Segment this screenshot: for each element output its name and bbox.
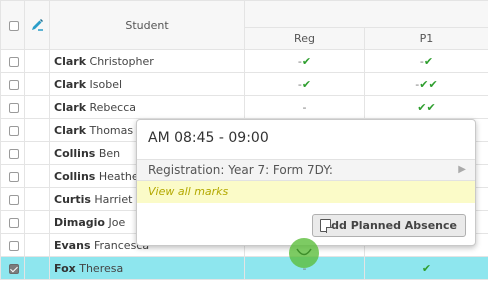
student-surname: Fox [54,261,76,275]
row-checkbox[interactable] [8,171,19,182]
p1-mark: -✔ [419,54,434,68]
mark-popup: AM 08:45 - 09:00 Registration: Year 7: F… [136,119,476,246]
row-checkbox[interactable] [8,102,19,113]
select-all-cell [0,0,25,50]
student-name-cell[interactable]: Clark Christopher [49,49,245,73]
edit-cell [24,0,50,50]
registration-label: Registration: Year 7: Form 7DY: [148,163,333,177]
student-surname: Evans [54,238,91,252]
student-name-cell[interactable]: Fox Theresa [49,256,245,280]
reg-mark-cell[interactable]: -✔ [244,72,365,96]
chevron-right-icon: ▶ [458,164,466,175]
student-surname: Clark [54,54,87,68]
reg-column-header[interactable]: Reg [244,27,365,50]
add-planned-absence-button[interactable]: Add Planned Absence [312,214,466,237]
touch-cursor-indicator [289,238,319,268]
student-firstname: Thomas [89,123,134,137]
student-row[interactable]: Clark Rebecca - ✔✔ [0,95,488,119]
p1-column-header[interactable]: P1 [364,27,488,50]
row-checkbox[interactable] [8,79,19,90]
p1-mark-cell[interactable]: ✔✔ [364,95,488,119]
student-firstname: Ben [98,146,121,160]
row-checkbox[interactable] [8,240,19,251]
view-all-marks-link[interactable]: View all marks [137,181,475,203]
p1-mark-cell[interactable]: ✔ [364,256,488,280]
student-name-cell[interactable]: Clark Rebecca [49,95,245,119]
row-checkbox[interactable] [8,217,19,228]
student-surname: Clark [54,77,87,91]
student-firstname: Joe [108,215,126,229]
p1-mark-cell[interactable]: -✔✔ [364,72,488,96]
popup-title: AM 08:45 - 09:00 [148,130,269,146]
row-checkbox[interactable] [8,125,19,136]
reg-mark-cell[interactable]: -✔ [244,49,365,73]
student-firstname: Theresa [79,261,124,275]
student-surname: Collins [54,169,96,183]
reg-mark: -✔ [297,77,312,91]
select-all-checkbox[interactable] [8,20,19,31]
student-row[interactable]: Fox Theresa - ✔ [0,256,488,280]
student-surname: Clark [54,100,87,114]
student-firstname: Harriet [94,192,133,206]
reg-mark: -✔ [297,54,312,68]
row-checkbox[interactable] [8,148,19,159]
document-icon [320,219,332,233]
row-checkbox[interactable] [8,194,19,205]
p1-mark: ✔ [421,261,432,275]
reg-mark: - [302,100,307,114]
student-firstname: Christopher [89,54,154,68]
student-surname: Curtis [54,192,91,206]
student-name-cell[interactable]: Clark Isobel [49,72,245,96]
pencil-icon[interactable] [30,18,44,32]
p1-mark: -✔✔ [415,77,438,91]
add-planned-absence-label: Add Planned Absence [322,219,457,232]
student-row[interactable]: Clark Isobel -✔ -✔✔ [0,72,488,96]
student-surname: Dimagio [54,215,105,229]
student-firstname: Rebecca [89,100,137,114]
student-row[interactable]: Clark Christopher -✔ -✔ [0,49,488,73]
registration-link[interactable]: Registration: Year 7: Form 7DY: ▶ [137,159,475,181]
student-surname: Clark [54,123,87,137]
reg-mark-cell[interactable]: - [244,95,365,119]
p1-mark-cell[interactable]: -✔ [364,49,488,73]
student-surname: Collins [54,146,96,160]
row-checkbox[interactable] [8,56,19,67]
student-column-header[interactable]: Student [49,0,245,50]
period-group-header [244,0,488,28]
student-firstname: Isobel [89,77,123,91]
p1-mark: ✔✔ [417,100,436,114]
row-checkbox[interactable] [8,263,19,274]
